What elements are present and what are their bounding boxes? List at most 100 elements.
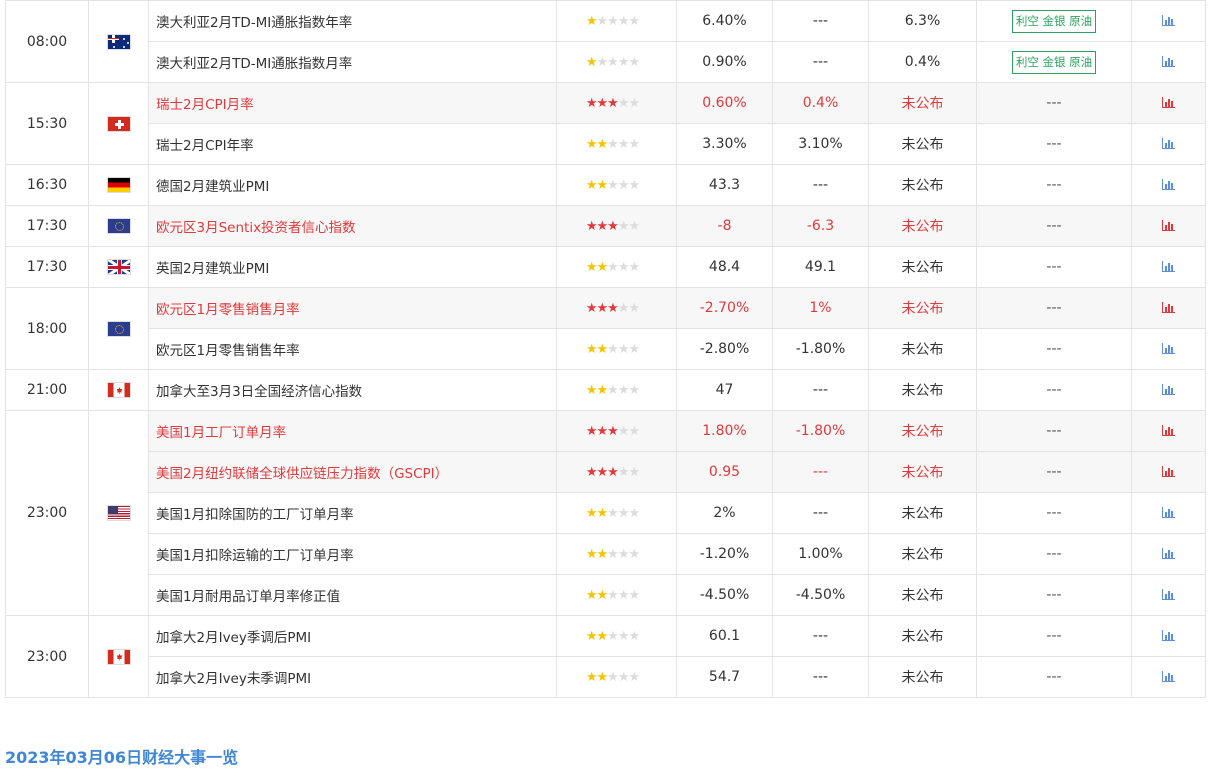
event-name[interactable]: 英国2月建筑业PMI: [148, 246, 557, 288]
star-icon: ★: [585, 424, 598, 439]
star-icon: ★: [596, 96, 609, 111]
table-row: 澳大利亚2月TD-MI通胀指数月率 ★★★★★ 0.90% --- 0.4% 利空 金银 …: [6, 41, 1206, 83]
importance-cell: ★★★★★: [556, 246, 677, 288]
importance-stars: ★★★★★: [586, 219, 640, 234]
chart-cell: [1131, 287, 1206, 329]
star-icon: ★: [617, 55, 630, 70]
chart-cell: [1131, 656, 1206, 698]
bar-chart-icon[interactable]: [1162, 384, 1175, 395]
bar-chart-icon[interactable]: [1162, 56, 1175, 67]
star-icon: ★: [607, 137, 619, 152]
star-icon: ★: [628, 465, 640, 480]
table-row: 17:30 英国2月建筑业PMI ★★★★★ 48.4 49.1 未公布 ---: [5, 246, 1206, 288]
star-icon: ★: [607, 383, 619, 398]
star-icon: ★: [596, 260, 609, 275]
event-name[interactable]: 欧元区1月零售销售月率: [148, 287, 557, 329]
star-icon: ★: [628, 137, 640, 152]
event-name[interactable]: 美国2月纽约联储全球供应链压力指数（GSCPI）: [148, 451, 557, 493]
bar-chart-icon[interactable]: [1162, 671, 1175, 682]
chart-cell: [1131, 574, 1206, 616]
canada-flag-icon: [106, 648, 131, 665]
bar-chart-icon[interactable]: [1162, 466, 1175, 477]
table-row: 23:00 美国1月工厂订单月率 ★★★★★ 1.80% -1.80% 未公布 ---: [5, 410, 1206, 616]
forecast-value: ---: [772, 164, 869, 206]
country-cell: [88, 410, 149, 616]
event-name[interactable]: 加拿大2月Ivey未季调PMI: [148, 656, 557, 698]
table-row: 加拿大2月Ivey未季调PMI ★★★★★ 54.7 --- 未公布 ---: [6, 656, 1206, 698]
star-icon: ★: [617, 424, 630, 439]
importance-stars: ★★★★★: [586, 671, 640, 684]
bar-chart-icon[interactable]: [1162, 302, 1175, 313]
event-name[interactable]: 加拿大2月Ivey季调后PMI: [148, 615, 557, 657]
previous-value: 60.1: [676, 615, 773, 657]
bar-chart-icon[interactable]: [1162, 425, 1175, 436]
actual-value: 0.4%: [868, 41, 977, 83]
star-icon: ★: [617, 629, 630, 644]
section-title-link[interactable]: 2023年03月06日财经大事一览: [5, 744, 238, 768]
importance-stars: ★★★★★: [585, 424, 640, 439]
star-icon: ★: [617, 547, 630, 562]
event-name[interactable]: 美国1月耐用品订单月率修正值: [148, 574, 557, 616]
impact-tag[interactable]: 利空 金银 原油: [1011, 50, 1097, 74]
event-name[interactable]: 瑞士2月CPI月率: [148, 82, 557, 124]
forecast-value: -6.3: [772, 205, 869, 247]
impact-cell: ---: [976, 287, 1132, 329]
importance-cell: ★★★★★: [556, 205, 677, 247]
bar-chart-icon[interactable]: [1162, 507, 1175, 518]
star-icon: ★: [628, 506, 640, 521]
bar-chart-icon[interactable]: [1162, 548, 1175, 559]
event-name[interactable]: 欧元区1月零售销售年率: [148, 328, 557, 370]
impact-cell: ---: [976, 574, 1132, 616]
table-row: 18:00 欧元区1月零售销售月率 ★★★★★ -2.70% 1% 未公布 ---: [5, 287, 1206, 370]
star-icon: ★: [585, 55, 598, 70]
star-icon: ★: [628, 260, 640, 275]
star-icon: ★: [617, 14, 630, 29]
star-icon: ★: [628, 219, 640, 234]
bar-chart-icon[interactable]: [1162, 179, 1175, 190]
bar-chart-icon[interactable]: [1162, 220, 1175, 231]
bar-chart-icon[interactable]: [1162, 97, 1175, 108]
star-icon: ★: [596, 588, 609, 603]
bar-chart-icon[interactable]: [1162, 343, 1175, 354]
previous-value: -4.50%: [676, 574, 773, 616]
event-name[interactable]: 澳大利亚2月TD-MI通胀指数年率: [148, 0, 557, 42]
bar-chart-icon[interactable]: [1162, 630, 1175, 641]
bar-chart-icon[interactable]: [1162, 589, 1175, 600]
importance-stars: ★★★★★: [586, 506, 640, 521]
event-name[interactable]: 欧元区3月Sentix投资者信心指数: [148, 205, 557, 247]
event-name[interactable]: 加拿大至3月3日全国经济信心指数: [148, 369, 557, 411]
chart-cell: [1131, 164, 1206, 206]
bar-chart-icon[interactable]: [1162, 15, 1175, 26]
impact-cell: ---: [976, 123, 1132, 165]
time-cell: 23:00: [5, 615, 89, 698]
actual-value: 未公布: [868, 656, 977, 698]
impact-cell: ---: [976, 328, 1132, 370]
star-icon: ★: [585, 301, 598, 316]
star-icon: ★: [617, 342, 630, 357]
event-name[interactable]: 美国1月扣除运输的工厂订单月率: [148, 533, 557, 575]
chart-cell: [1131, 123, 1206, 165]
impact-cell: 利空 金银 原油: [976, 0, 1132, 42]
previous-value: 3.30%: [676, 123, 773, 165]
star-icon: ★: [596, 301, 609, 316]
event-name[interactable]: 美国1月扣除国防的工厂订单月率: [148, 492, 557, 534]
time-cell: 15:30: [5, 82, 89, 165]
event-name[interactable]: 德国2月建筑业PMI: [148, 164, 557, 206]
previous-value: 48.4: [676, 246, 773, 288]
star-icon: ★: [607, 260, 619, 275]
forecast-value: ---: [772, 451, 869, 493]
importance-stars: ★★★★★: [586, 137, 640, 152]
event-name[interactable]: 澳大利亚2月TD-MI通胀指数月率: [148, 41, 557, 83]
importance-cell: ★★★★★: [556, 82, 677, 124]
chart-cell: [1131, 205, 1206, 247]
event-name[interactable]: 瑞士2月CPI年率: [148, 123, 557, 165]
event-name[interactable]: 美国1月工厂订单月率: [148, 410, 557, 452]
impact-tag[interactable]: 利空 金银 原油: [1011, 9, 1097, 33]
bar-chart-icon[interactable]: [1162, 138, 1175, 149]
bar-chart-icon[interactable]: [1162, 261, 1175, 272]
forecast-value: 0.4%: [772, 82, 869, 124]
importance-stars: ★★★★★: [586, 547, 640, 562]
chart-cell: [1131, 246, 1206, 288]
time-cell: 18:00: [5, 287, 89, 370]
forecast-value: ---: [772, 492, 869, 534]
